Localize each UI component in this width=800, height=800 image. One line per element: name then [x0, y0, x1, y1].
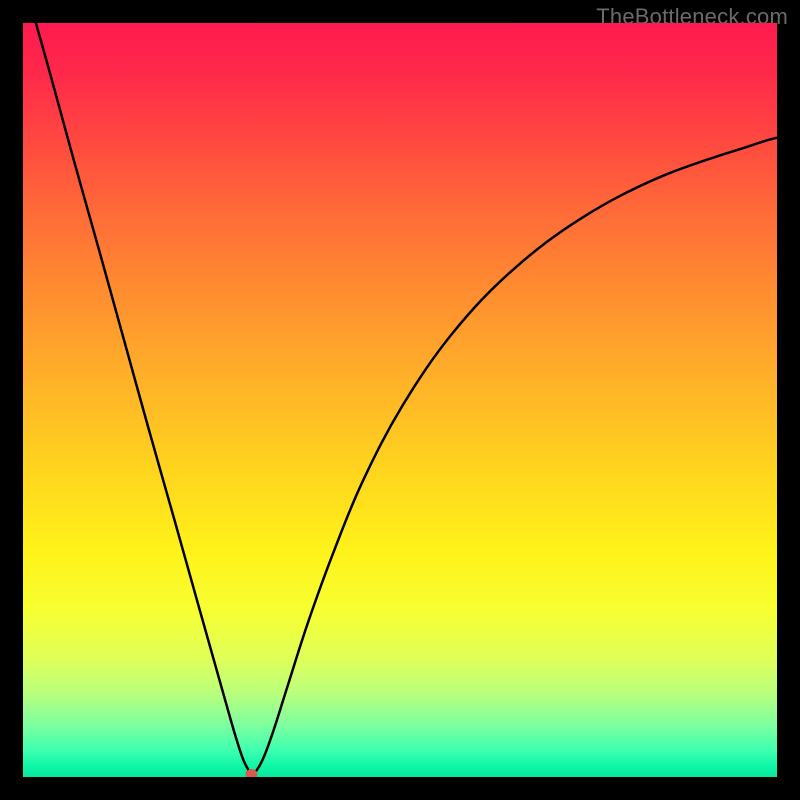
chart-frame: TheBottleneck.com [0, 0, 800, 800]
chart-svg [23, 23, 777, 777]
plot-area [23, 23, 777, 777]
data-curve [23, 23, 777, 774]
